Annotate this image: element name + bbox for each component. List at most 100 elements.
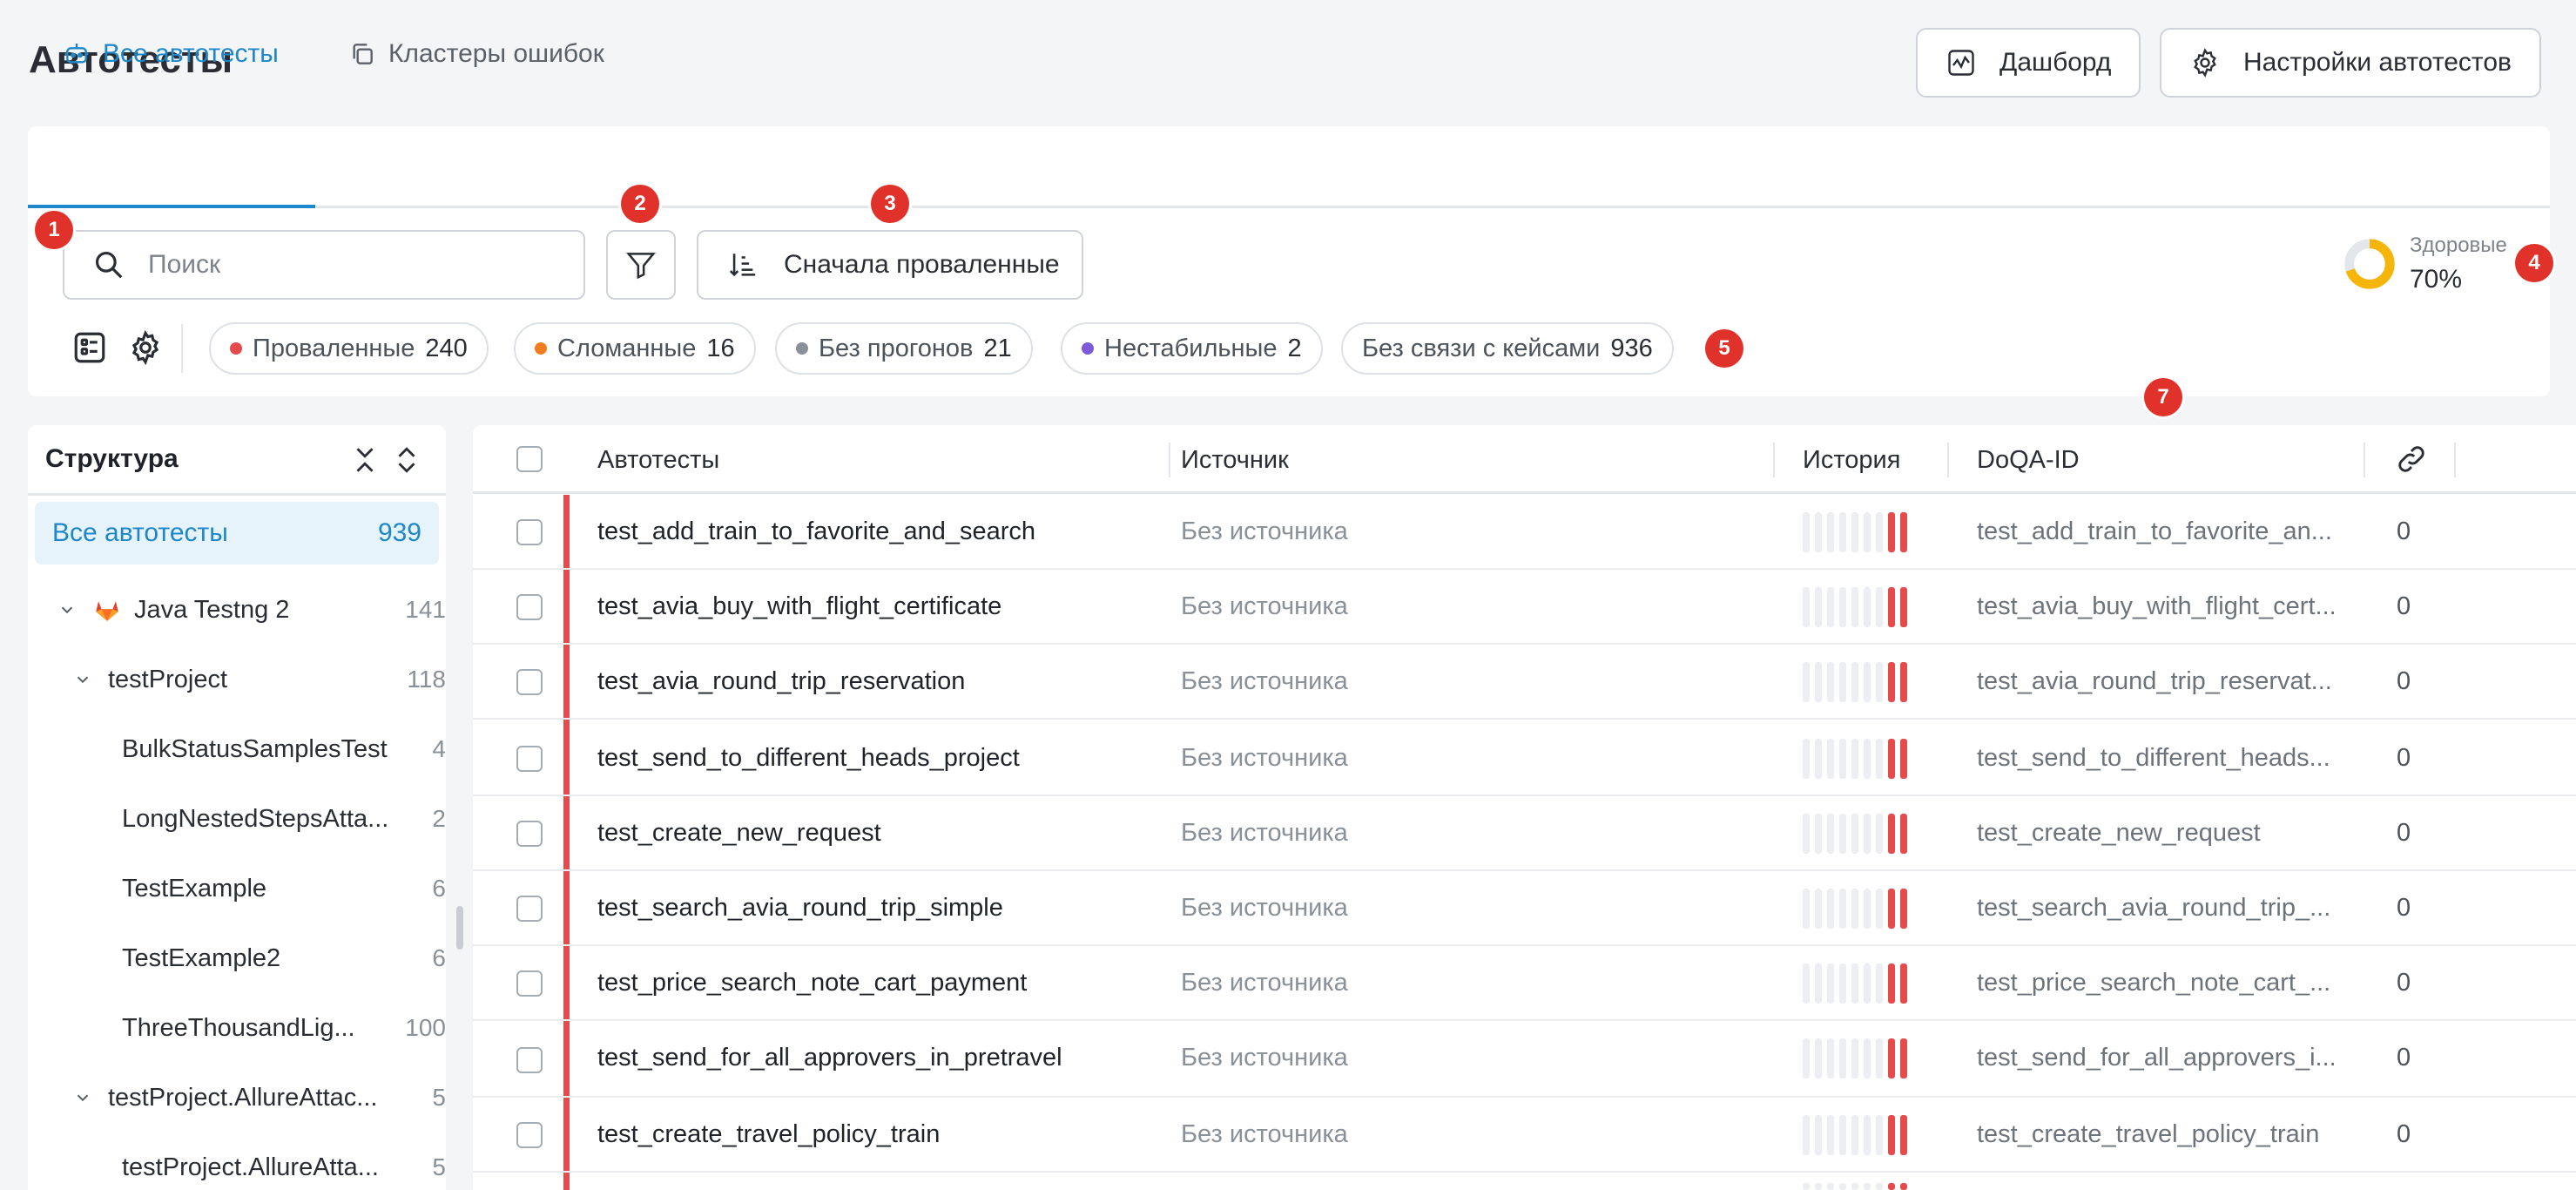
autotest-name[interactable]: test_create_new_request — [597, 819, 881, 848]
row-checkbox[interactable] — [516, 1122, 543, 1148]
search-icon — [95, 251, 123, 279]
collapse-all-icon[interactable] — [350, 444, 380, 476]
row-divider — [473, 643, 2576, 645]
chip-label: Проваленные — [253, 334, 415, 362]
row-divider — [473, 1019, 2576, 1021]
failed-status-bar — [563, 796, 570, 871]
health-ring-chart — [2344, 239, 2395, 289]
sidebar-title: Структура — [45, 444, 179, 473]
run-history[interactable] — [1803, 963, 1907, 1004]
tree-item-label: TestExample — [122, 874, 267, 903]
autotest-name[interactable]: test_create_travel_policy_train — [597, 1120, 940, 1149]
link-icon[interactable] — [2395, 443, 2428, 476]
links-count: 0 — [2397, 1120, 2411, 1148]
run-history[interactable] — [1803, 814, 1907, 854]
tree-item-testexample[interactable]: TestExample 6 — [28, 869, 446, 908]
autotest-source: Без источника — [1181, 667, 1348, 695]
search-box[interactable] — [63, 230, 585, 300]
chip-broken[interactable]: Сломанные 16 — [514, 322, 756, 375]
run-history[interactable] — [1803, 662, 1907, 702]
chip-flaky[interactable]: Нестабильные 2 — [1061, 322, 1323, 375]
gear-icon[interactable] — [127, 329, 164, 366]
search-input[interactable] — [148, 250, 549, 280]
autotest-name[interactable]: test_search_avia_round_trip_simple — [597, 894, 1003, 923]
tree-item-label: testProject — [108, 665, 227, 693]
run-history[interactable] — [1803, 1038, 1907, 1078]
column-header-autotests[interactable]: Автотесты — [597, 446, 719, 475]
autotest-settings-button[interactable]: Настройки автотестов — [2160, 28, 2541, 98]
row-divider — [473, 794, 2576, 796]
row-checkbox[interactable] — [516, 821, 543, 847]
run-history[interactable] — [1803, 1115, 1907, 1155]
column-resize-handle[interactable] — [2454, 443, 2456, 477]
failed-status-bar — [563, 871, 570, 946]
column-resize-handle[interactable] — [1773, 443, 1775, 477]
row-checkbox[interactable] — [516, 746, 543, 772]
row-checkbox[interactable] — [516, 1047, 543, 1073]
doqa-id: test_create_travel_policy_train — [1977, 1120, 2320, 1148]
tree-item-bulkstatussamplestest[interactable]: BulkStatusSamplesTest 4 — [28, 730, 446, 768]
tree-item-allureattachments[interactable]: testProject.AllureAttac... 5 — [28, 1078, 446, 1117]
tree-item-testexample2[interactable]: TestExample2 6 — [28, 939, 446, 977]
tab-error-clusters[interactable]: Кластеры ошибок — [348, 26, 604, 82]
column-resize-handle[interactable] — [2364, 443, 2365, 477]
filter-button[interactable] — [606, 230, 676, 300]
select-all-checkbox[interactable] — [516, 446, 543, 472]
tree-item-count: 5 — [432, 1084, 446, 1111]
autotest-source: Без источника — [1181, 819, 1348, 847]
chip-label: Сломанные — [557, 334, 697, 362]
dashboard-label: Дашборд — [1999, 48, 2112, 77]
run-history[interactable] — [1803, 739, 1907, 779]
tab-all-autotests[interactable]: Все автотесты — [63, 26, 279, 82]
row-checkbox[interactable] — [516, 669, 543, 695]
column-header-history[interactable]: История — [1803, 446, 1900, 475]
chip-no-case-link[interactable]: Без связи с кейсами 936 — [1341, 322, 1674, 375]
filter-icon — [626, 253, 656, 280]
doqa-id: test_price_search_note_cart_... — [1977, 969, 2331, 997]
autotest-name[interactable]: test_send_for_all_approvers_in_pretravel — [597, 1044, 1062, 1072]
column-resize-handle[interactable] — [1169, 443, 1170, 477]
tree-item-testproject[interactable]: testProject 118 — [28, 660, 446, 699]
sort-button[interactable]: Сначала проваленные — [697, 230, 1083, 300]
run-history[interactable] — [1803, 512, 1907, 552]
chip-no-runs[interactable]: Без прогонов 21 — [775, 322, 1033, 375]
tree-item-count: 6 — [432, 875, 446, 902]
sidebar-item-label: Все автотесты — [52, 518, 228, 547]
row-checkbox[interactable] — [516, 519, 543, 545]
tree-item-count: 4 — [432, 735, 446, 762]
tree-item-threethousand[interactable]: ThreeThousandLig... 100 — [28, 1009, 446, 1047]
list-view-icon[interactable] — [71, 329, 108, 366]
row-divider — [473, 944, 2576, 946]
callout-badge-1: 1 — [35, 211, 73, 249]
run-history[interactable] — [1803, 889, 1907, 929]
column-resize-handle[interactable] — [1947, 443, 1949, 477]
autotest-source: Без источника — [1181, 517, 1348, 545]
chip-failed[interactable]: Проваленные 240 — [209, 322, 489, 375]
callout-badge-5: 5 — [1705, 329, 1743, 368]
autotest-name[interactable]: test_add_train_to_favorite_and_search — [597, 517, 1035, 546]
tree-item-allureatta-child[interactable]: testProject.AllureAtta... 5 — [28, 1148, 446, 1187]
autotest-name[interactable]: test_price_search_note_cart_payment — [597, 969, 1027, 997]
chevron-down-icon — [77, 676, 89, 684]
run-history[interactable] — [1803, 1183, 1907, 1190]
tree-item-longnestedsteps[interactable]: LongNestedStepsAtta... 2 — [28, 800, 446, 838]
row-checkbox[interactable] — [516, 896, 543, 922]
active-tab-indicator — [28, 205, 315, 208]
tree-item-java-testng-2[interactable]: Java Testng 2 141 — [28, 591, 446, 629]
chip-label: Без связи с кейсами — [1362, 334, 1601, 362]
autotest-name[interactable]: test_avia_round_trip_reservation — [597, 667, 965, 696]
links-count: 0 — [2397, 819, 2411, 847]
row-checkbox[interactable] — [516, 970, 543, 997]
sidebar-item-all-autotests[interactable]: Все автотесты 939 — [35, 502, 439, 565]
autotest-name[interactable]: test_avia_buy_with_flight_certificate — [597, 592, 1001, 621]
expand-all-icon[interactable] — [392, 444, 421, 476]
column-header-source[interactable]: Источник — [1181, 446, 1289, 475]
sidebar-scrollbar[interactable] — [456, 906, 463, 950]
column-header-doqa-id[interactable]: DoQA-ID — [1977, 446, 2080, 475]
autotest-name[interactable]: test_send_to_different_heads_project — [597, 744, 1020, 773]
row-checkbox[interactable] — [516, 594, 543, 620]
run-history[interactable] — [1803, 587, 1907, 627]
dashboard-button[interactable]: Дашборд — [1916, 28, 2141, 98]
chip-count: 936 — [1610, 334, 1653, 362]
chip-count: 2 — [1287, 334, 1302, 362]
